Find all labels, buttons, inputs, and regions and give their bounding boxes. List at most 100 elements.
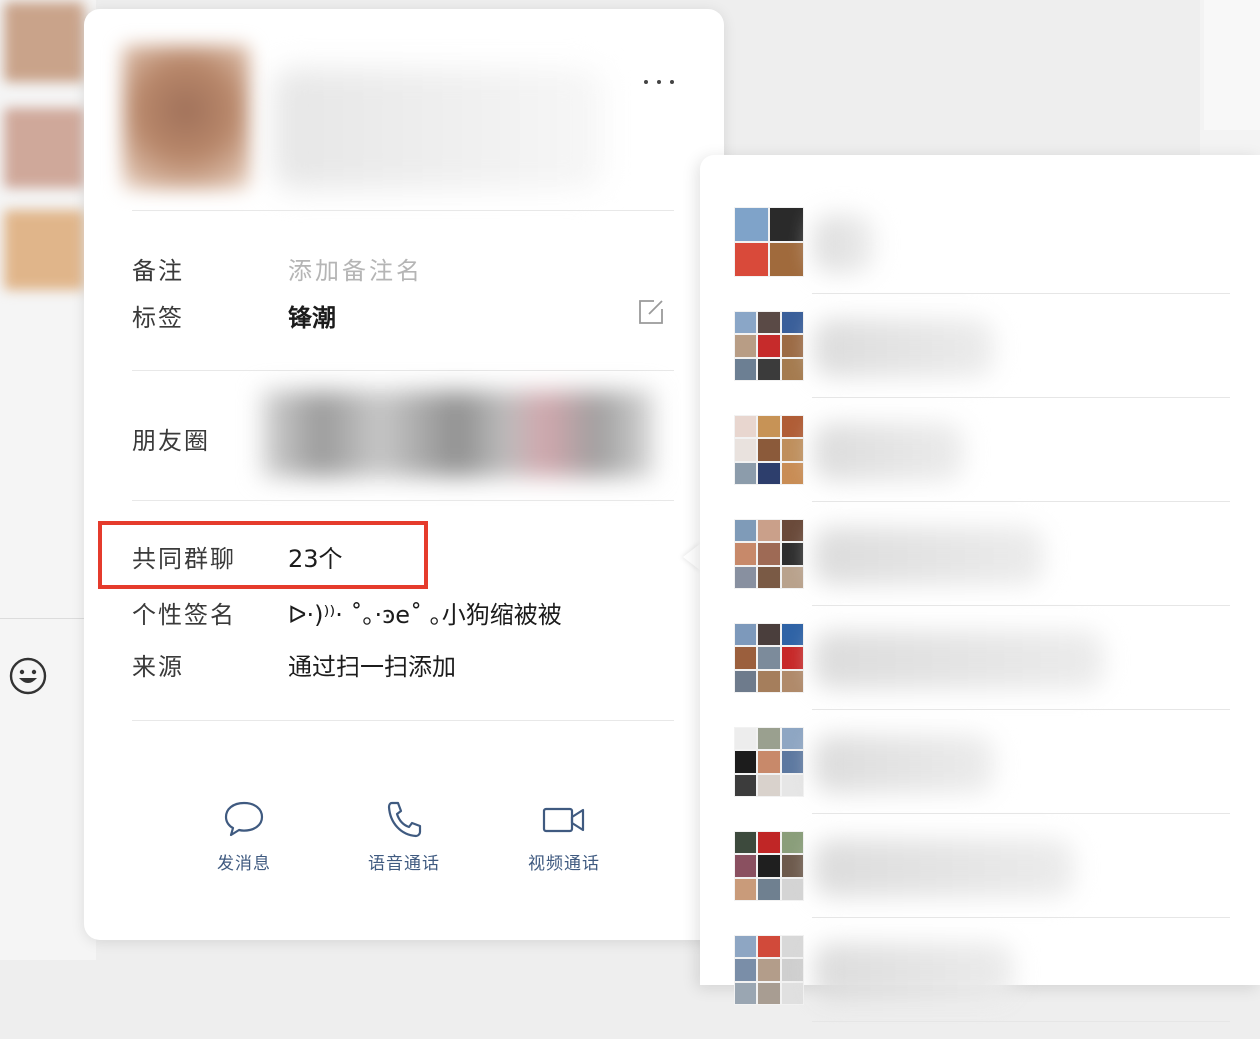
group-list-item[interactable] — [700, 935, 1260, 1039]
group-name — [814, 631, 1104, 689]
member-avatar-cell — [735, 959, 757, 981]
profile-avatar[interactable] — [122, 45, 250, 190]
group-name — [814, 319, 994, 377]
divider — [132, 720, 674, 721]
member-avatar-cell — [781, 543, 803, 565]
group-list-item[interactable] — [700, 207, 1260, 311]
divider — [0, 618, 90, 619]
member-avatar-cell — [758, 520, 780, 542]
member-avatar-cell — [735, 462, 757, 484]
video-call-label: 视频通话 — [528, 854, 600, 874]
group-avatar — [734, 207, 804, 277]
emoji-icon[interactable] — [8, 656, 48, 696]
tag-value[interactable]: 锋潮 — [288, 298, 336, 333]
member-avatar-cell — [758, 832, 780, 854]
more-dots-icon[interactable] — [644, 75, 674, 89]
divider — [812, 813, 1230, 814]
contact-avatar[interactable] — [4, 210, 84, 290]
group-list-item[interactable] — [700, 727, 1260, 831]
group-list-item[interactable] — [700, 623, 1260, 727]
member-avatar-cell — [735, 936, 757, 958]
edit-icon[interactable] — [638, 299, 664, 325]
profile-card: 备注 添加备注名 标签 锋潮 朋友圈 共同群聊 23个 个性签名 ᐅ·)⁾⁾· … — [84, 9, 724, 940]
contact-avatar[interactable] — [4, 108, 84, 188]
group-avatar — [734, 519, 804, 589]
member-avatar-cell — [758, 751, 780, 773]
member-avatar-cell — [781, 335, 803, 357]
member-avatar-cell — [735, 751, 757, 773]
remark-input[interactable]: 添加备注名 — [288, 251, 423, 286]
signature-value: ᐅ·)⁾⁾· ˚｡·ꜿe˚ ｡小狗缩被被 — [288, 601, 562, 629]
member-avatar-cell — [781, 439, 803, 461]
voice-call-button[interactable]: 语音通话 — [344, 799, 464, 874]
common-groups-popover — [700, 155, 1260, 1022]
group-list-item[interactable] — [700, 831, 1260, 935]
phone-icon — [387, 801, 422, 838]
member-avatar-cell — [781, 670, 803, 692]
member-avatar-cell — [758, 566, 780, 588]
group-list-item[interactable] — [700, 311, 1260, 415]
member-avatar-cell — [735, 982, 757, 1004]
group-avatar — [734, 831, 804, 901]
member-avatar-cell — [781, 462, 803, 484]
member-avatar-cell — [735, 855, 757, 877]
member-avatar-cell — [758, 439, 780, 461]
group-avatar — [734, 311, 804, 381]
divider — [812, 917, 1230, 918]
member-avatar-cell — [758, 959, 780, 981]
member-avatar-cell — [735, 566, 757, 588]
member-avatar-cell — [758, 878, 780, 900]
member-avatar-cell — [781, 358, 803, 380]
chat-area-header — [1204, 0, 1260, 130]
member-avatar-cell — [735, 439, 757, 461]
group-name — [814, 839, 1074, 897]
divider — [812, 501, 1230, 502]
member-avatar-cell — [735, 335, 757, 357]
member-avatar-cell — [781, 728, 803, 750]
divider — [812, 293, 1230, 294]
group-list-item[interactable] — [700, 415, 1260, 519]
member-avatar-cell — [781, 774, 803, 796]
member-avatar-cell — [781, 312, 803, 334]
send-message-label: 发消息 — [217, 854, 271, 874]
moments-label: 朋友圈 — [132, 427, 210, 455]
member-avatar-cell — [781, 566, 803, 588]
member-avatar-cell — [735, 878, 757, 900]
member-avatar-cell — [770, 208, 803, 241]
member-avatar-cell — [758, 543, 780, 565]
member-avatar-cell — [781, 855, 803, 877]
video-call-button[interactable]: 视频通话 — [504, 799, 624, 874]
contact-avatar[interactable] — [4, 2, 84, 82]
source-label: 来源 — [132, 653, 184, 681]
remark-label: 备注 — [132, 257, 184, 285]
group-avatar — [734, 935, 804, 1005]
group-list-item[interactable] — [700, 519, 1260, 623]
member-avatar-cell — [758, 982, 780, 1004]
highlight-box — [98, 521, 428, 589]
send-message-button[interactable]: 发消息 — [184, 799, 304, 874]
member-avatar-cell — [758, 670, 780, 692]
member-avatar-cell — [735, 243, 768, 276]
video-camera-icon — [542, 807, 585, 833]
member-avatar-cell — [781, 751, 803, 773]
member-avatar-cell — [735, 520, 757, 542]
member-avatar-cell — [735, 670, 757, 692]
voice-call-label: 语音通话 — [368, 854, 440, 874]
member-avatar-cell — [735, 416, 757, 438]
member-avatar-cell — [735, 312, 757, 334]
group-avatar — [734, 415, 804, 485]
member-avatar-cell — [735, 208, 768, 241]
member-avatar-cell — [735, 774, 757, 796]
member-avatar-cell — [735, 358, 757, 380]
member-avatar-cell — [758, 774, 780, 796]
divider — [132, 210, 674, 211]
member-avatar-cell — [758, 728, 780, 750]
member-avatar-cell — [735, 647, 757, 669]
profile-name — [274, 69, 604, 189]
member-avatar-cell — [781, 936, 803, 958]
action-bar: 发消息 语音通话 视频通话 — [84, 799, 724, 889]
member-avatar-cell — [781, 416, 803, 438]
group-avatar — [734, 727, 804, 797]
moments-preview[interactable] — [262, 391, 654, 477]
tag-label: 标签 — [132, 304, 184, 332]
